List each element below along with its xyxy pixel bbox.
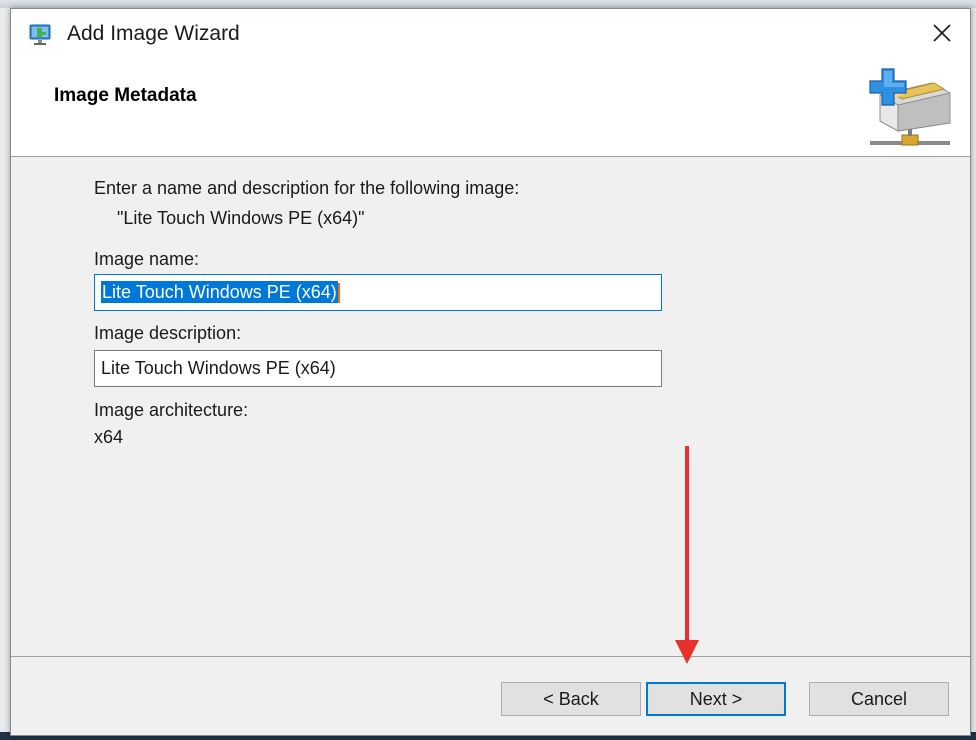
- image-description-label: Image description:: [94, 323, 242, 343]
- image-architecture-value: x64: [94, 427, 124, 447]
- image-name-selected-text: Lite Touch Windows PE (x64): [101, 281, 338, 303]
- wizard-content: Enter a name and description for the fol…: [11, 158, 970, 658]
- add-image-wizard-dialog: Add Image Wizard Image Metadata Enter a …: [10, 8, 971, 736]
- background-window-top: [0, 0, 976, 8]
- cancel-button[interactable]: Cancel: [809, 682, 949, 716]
- window-title: Add Image Wizard: [67, 22, 240, 45]
- close-button[interactable]: [914, 9, 970, 57]
- footer-divider: [11, 656, 970, 657]
- intro-text: Enter a name and description for the fol…: [94, 178, 520, 198]
- close-icon: [933, 24, 951, 42]
- image-name-label: Image name:: [94, 249, 200, 269]
- source-image-name: "Lite Touch Windows PE (x64)": [117, 208, 365, 228]
- image-name-input[interactable]: Lite Touch Windows PE (x64): [94, 274, 662, 311]
- text-caret: [337, 283, 340, 304]
- page-title: Image Metadata: [54, 85, 197, 106]
- add-image-box-icon: [869, 68, 951, 146]
- wizard-header: Image Metadata: [11, 57, 970, 157]
- wizard-app-icon: [29, 24, 51, 45]
- title-bar: Add Image Wizard: [11, 9, 970, 57]
- next-button[interactable]: Next >: [646, 682, 786, 716]
- image-description-input[interactable]: Lite Touch Windows PE (x64): [94, 350, 662, 387]
- back-button[interactable]: < Back: [501, 682, 641, 716]
- image-architecture-label: Image architecture:: [94, 400, 249, 420]
- image-description-value: Lite Touch Windows PE (x64): [101, 358, 336, 378]
